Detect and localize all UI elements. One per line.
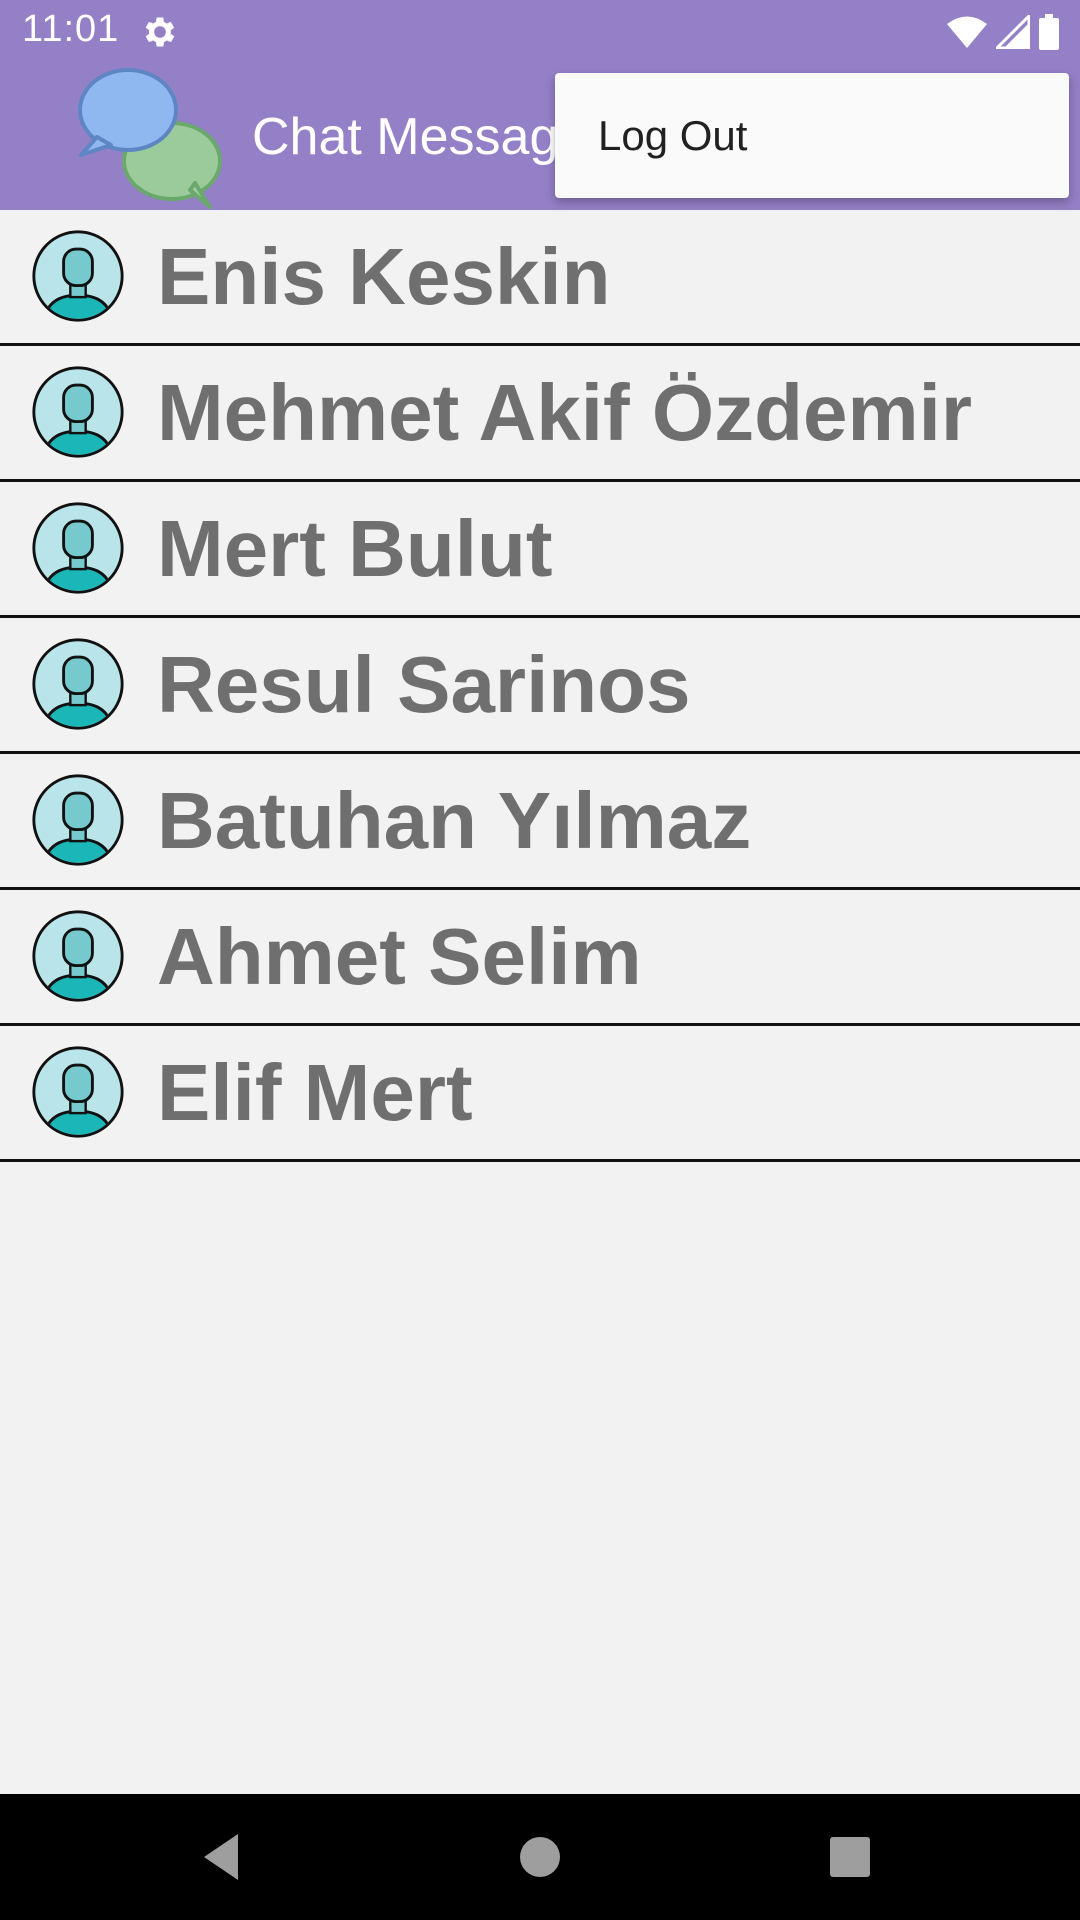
- back-icon[interactable]: [190, 1824, 256, 1890]
- contact-name: Mert Bulut: [157, 504, 553, 593]
- contact-item[interactable]: Elif Mert: [0, 1026, 1080, 1162]
- contact-item[interactable]: Resul Sarinos: [0, 618, 1080, 754]
- user-avatar-icon: [30, 772, 126, 868]
- user-avatar-icon: [30, 364, 126, 460]
- status-time: 11:01: [22, 8, 120, 50]
- user-avatar-icon: [30, 636, 126, 732]
- user-avatar-icon: [30, 228, 126, 324]
- cellular-signal-icon: [996, 15, 1030, 49]
- contact-name: Resul Sarinos: [157, 640, 691, 729]
- contact-item[interactable]: Enis Keskin: [0, 210, 1080, 346]
- contact-item[interactable]: Ahmet Selim: [0, 890, 1080, 1026]
- contact-list[interactable]: Enis Keskin Mehmet Akif Özdemir Mert Bul…: [0, 210, 1080, 1162]
- contact-name: Elif Mert: [157, 1048, 473, 1137]
- status-icons: [946, 10, 1060, 54]
- app-title: Chat Messag: [252, 108, 559, 166]
- contact-item[interactable]: Mehmet Akif Özdemir: [0, 346, 1080, 482]
- chat-bubbles-icon: [78, 68, 222, 209]
- home-icon[interactable]: [507, 1824, 573, 1890]
- screen: 11:01 Chat Messag Enis Keskin Mehmet Aki…: [0, 0, 1080, 1920]
- status-bar: 11:01: [0, 0, 1080, 63]
- contact-name: Ahmet Selim: [157, 912, 642, 1001]
- battery-icon: [1039, 14, 1059, 50]
- log-out-menu-item[interactable]: Log Out: [598, 73, 747, 198]
- user-avatar-icon: [30, 908, 126, 1004]
- overflow-popup-menu: Log Out: [555, 73, 1069, 198]
- contact-name: Batuhan Yılmaz: [157, 776, 752, 865]
- user-avatar-icon: [30, 500, 126, 596]
- contact-item[interactable]: Mert Bulut: [0, 482, 1080, 618]
- recents-icon[interactable]: [817, 1824, 883, 1890]
- wifi-icon: [947, 16, 987, 48]
- user-avatar-icon: [30, 1044, 126, 1140]
- gear-icon: [145, 17, 175, 47]
- contact-item[interactable]: Batuhan Yılmaz: [0, 754, 1080, 890]
- contact-name: Enis Keskin: [157, 232, 611, 321]
- navigation-bar: [0, 1794, 1080, 1920]
- contact-name: Mehmet Akif Özdemir: [157, 368, 972, 457]
